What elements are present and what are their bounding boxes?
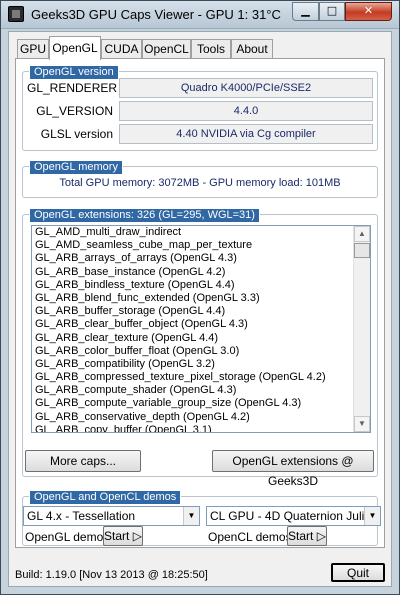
chevron-down-icon: ▼ <box>364 507 380 525</box>
opengl-version-legend: OpenGL version <box>29 65 119 80</box>
minimize-button[interactable]: ▁ <box>292 2 319 21</box>
list-item[interactable]: GL_ARB_compatibility (OpenGL 3.2) <box>32 358 370 371</box>
opengl-panel: OpenGL version GL_RENDERER Quadro K4000/… <box>15 58 385 548</box>
glsl-version-value: 4.40 NVIDIA via Cg compiler <box>119 124 373 144</box>
more-caps-button[interactable]: More caps... <box>25 450 141 472</box>
list-item[interactable]: GL_ARB_compressed_texture_pixel_storage … <box>32 371 370 384</box>
opengl-demo-selected: GL 4.x - Tessellation <box>27 509 136 523</box>
list-item[interactable]: GL_ARB_base_instance (OpenGL 4.2) <box>32 266 370 279</box>
extensions-geeks3d-button[interactable]: OpenGL extensions @ Geeks3D <box>212 450 374 488</box>
gl-version-value: 4.4.0 <box>119 101 373 121</box>
gl-renderer-label: GL_RENDERER <box>27 81 118 95</box>
tab-tools[interactable]: Tools <box>191 39 231 59</box>
opencl-demo-selected: CL GPU - 4D Quaternion Julia Set <box>210 509 381 523</box>
opencl-demo-select[interactable]: CL GPU - 4D Quaternion Julia Set ▼ <box>206 506 381 526</box>
demos-legend: OpenGL and OpenCL demos <box>29 490 182 505</box>
tab-opengl[interactable]: OpenGL <box>49 36 101 60</box>
glsl-version-label: GLSL version <box>40 127 113 141</box>
gl-renderer-value: Quadro K4000/PCIe/SSE2 <box>119 78 373 98</box>
quit-button[interactable]: Quit <box>331 563 385 582</box>
opengl-demos-label: OpenGL demos <box>25 530 110 544</box>
scroll-thumb[interactable] <box>354 243 370 258</box>
tab-gpu[interactable]: GPU <box>17 39 49 59</box>
opengl-extensions-legend: OpenGL extensions: 326 (GL=295, WGL=31) <box>29 208 260 223</box>
maximize-icon: □ <box>326 4 338 17</box>
opengl-demo-select[interactable]: GL 4.x - Tessellation ▼ <box>23 506 200 526</box>
opengl-memory-legend: OpenGL memory <box>29 160 123 175</box>
opengl-version-group: OpenGL version GL_RENDERER Quadro K4000/… <box>22 65 378 151</box>
demos-group: OpenGL and OpenCL demos GL 4.x - Tessell… <box>22 490 381 546</box>
chevron-down-icon: ▼ <box>358 419 366 428</box>
opengl-extensions-group: OpenGL extensions: 326 (GL=295, WGL=31) … <box>22 208 378 488</box>
list-item[interactable]: GL_ARB_copy_buffer (OpenGL 3.1) <box>32 424 370 432</box>
gl-version-label: GL_VERSION <box>36 104 113 118</box>
opengl-memory-group: OpenGL memory Total GPU memory: 3072MB -… <box>22 160 378 198</box>
opencl-start-button[interactable]: Start ▷ <box>287 526 327 546</box>
list-item[interactable]: GL_AMD_multi_draw_indirect <box>32 226 370 239</box>
build-info: Build: 1.19.0 [Nov 13 2013 @ 18:25:50] <box>15 569 208 581</box>
gpu-caps-viewer-icon <box>8 6 24 22</box>
extensions-scrollbar[interactable]: ▲ ▼ <box>353 226 370 432</box>
app-window: Geeks3D GPU Caps Viewer - GPU 1: 31°C ▁ … <box>0 0 400 595</box>
list-item[interactable]: GL_ARB_blend_func_extended (OpenGL 3.3) <box>32 292 370 305</box>
gpu-memory-value: Total GPU memory: 3072MB - GPU memory lo… <box>59 177 341 189</box>
scroll-down-button[interactable]: ▼ <box>354 416 370 432</box>
list-item[interactable]: GL_ARB_color_buffer_float (OpenGL 3.0) <box>32 345 370 358</box>
list-item[interactable]: GL_ARB_conservative_depth (OpenGL 4.2) <box>32 411 370 424</box>
minimize-icon: ▁ <box>301 4 310 17</box>
list-item[interactable]: GL_ARB_bindless_texture (OpenGL 4.4) <box>32 279 370 292</box>
tab-opencl[interactable]: OpenCL <box>142 39 191 59</box>
list-item[interactable]: GL_ARB_clear_buffer_object (OpenGL 4.3) <box>32 318 370 331</box>
tab-about[interactable]: About <box>231 39 273 59</box>
close-icon: ✕ <box>363 4 374 17</box>
maximize-button[interactable]: □ <box>319 2 345 21</box>
window-title: Geeks3D GPU Caps Viewer - GPU 1: 31°C <box>31 7 281 22</box>
opengl-start-button[interactable]: Start ▷ <box>103 526 143 546</box>
list-item[interactable]: GL_ARB_compute_variable_group_size (Open… <box>32 397 370 410</box>
opencl-demos-label: OpenCL demos <box>208 530 292 544</box>
list-item[interactable]: GL_ARB_clear_texture (OpenGL 4.4) <box>32 332 370 345</box>
list-item[interactable]: GL_AMD_seamless_cube_map_per_texture <box>32 239 370 252</box>
extensions-list[interactable]: GL_AMD_multi_draw_indirect GL_AMD_seamles… <box>31 225 371 433</box>
list-item[interactable]: GL_ARB_buffer_storage (OpenGL 4.4) <box>32 305 370 318</box>
scroll-up-button[interactable]: ▲ <box>354 226 370 242</box>
client-area: GPU OpenGL CUDA OpenCL Tools About OpenG… <box>8 31 392 587</box>
chevron-up-icon: ▲ <box>358 229 366 238</box>
list-item[interactable]: GL_ARB_arrays_of_arrays (OpenGL 4.3) <box>32 252 370 265</box>
title-bar[interactable]: Geeks3D GPU Caps Viewer - GPU 1: 31°C ▁ … <box>1 1 399 29</box>
extensions-items: GL_AMD_multi_draw_indirect GL_AMD_seamles… <box>32 226 370 432</box>
close-button[interactable]: ✕ <box>345 2 392 21</box>
tab-cuda[interactable]: CUDA <box>101 39 142 59</box>
chevron-down-icon: ▼ <box>183 507 199 525</box>
list-item[interactable]: GL_ARB_compute_shader (OpenGL 4.3) <box>32 384 370 397</box>
